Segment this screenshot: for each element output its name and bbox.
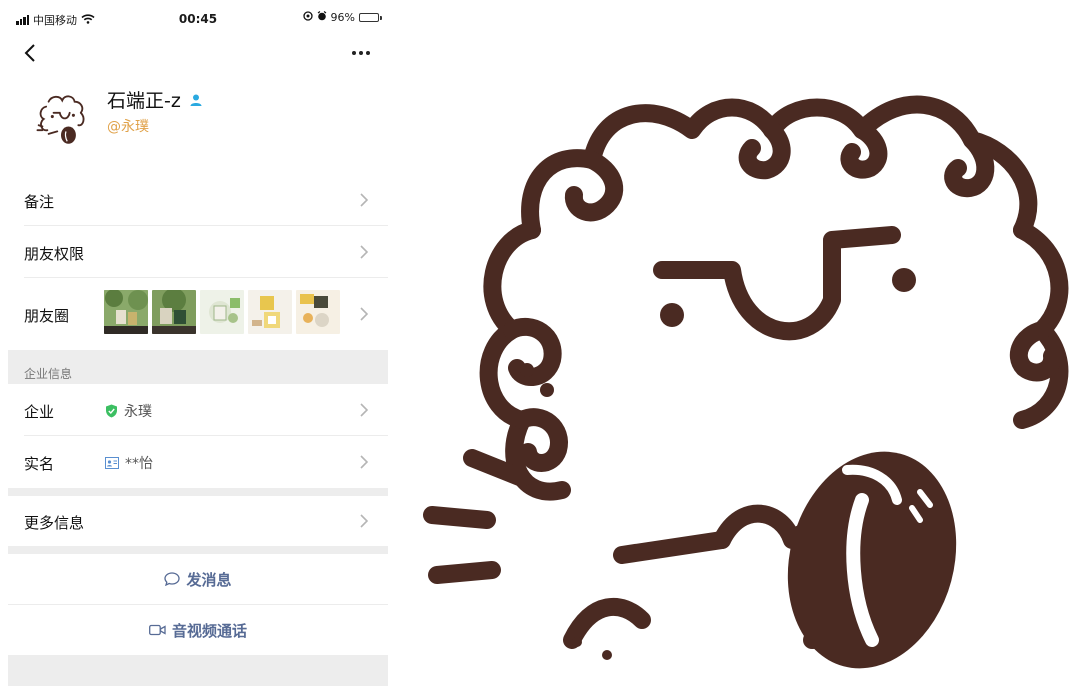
chevron-right-icon — [360, 245, 368, 259]
remark-label: 备注 — [24, 193, 55, 211]
send-message-label: 发消息 — [186, 570, 232, 589]
video-call-label: 音视频通话 — [171, 621, 247, 640]
battery-icon — [359, 13, 382, 22]
location-lock-icon — [302, 11, 313, 24]
battery-percent: 96% — [330, 11, 355, 24]
friend-permission-row[interactable]: 朋友权限 — [8, 226, 388, 278]
chevron-right-icon — [360, 403, 368, 417]
avatar-image — [36, 95, 85, 144]
signal-icon — [16, 15, 29, 25]
video-call-button[interactable]: 音视频通话 — [8, 605, 388, 655]
section-gap — [8, 488, 388, 496]
corp-value-group: 永璞 — [105, 401, 152, 421]
moments-label: 朋友圈 — [24, 307, 70, 325]
send-message-button[interactable]: 发消息 — [8, 554, 388, 604]
contact-corp: @永璞 — [107, 119, 149, 135]
person-icon — [190, 94, 202, 106]
moments-thumbnails — [104, 290, 340, 334]
video-camera-icon — [149, 624, 166, 636]
corp-value: 永璞 — [124, 404, 152, 420]
contact-profile-screen: 中国移动 00:45 96% 石端正-z @永璞 备注 朋友权限 朋友圈 企业信… — [8, 6, 388, 686]
moments-row[interactable]: 朋友圈 — [8, 278, 388, 350]
corp-info-section-label: 企业信息 — [24, 367, 73, 381]
avatar[interactable] — [30, 88, 92, 150]
moment-thumbnail[interactable] — [152, 290, 196, 334]
carrier-name: 中国移动 — [33, 14, 77, 27]
remark-row[interactable]: 备注 — [8, 174, 388, 226]
corp-info-section-header: 企业信息 — [8, 350, 388, 384]
status-left: 中国移动 — [16, 12, 95, 28]
moment-thumbnail[interactable] — [296, 290, 340, 334]
more-info-row[interactable]: 更多信息 — [8, 496, 388, 546]
corp-row[interactable]: 企业 永璞 — [8, 384, 388, 436]
wifi-icon — [81, 13, 95, 27]
more-info-label: 更多信息 — [24, 514, 85, 532]
chevron-right-icon — [360, 307, 368, 321]
chevron-left-icon — [24, 44, 35, 62]
contact-name: 石端正-z — [107, 90, 181, 112]
section-gap — [8, 546, 388, 554]
profile-header: 石端正-z @永璞 — [8, 76, 388, 174]
corp-label: 企业 — [24, 403, 55, 421]
id-card-icon — [105, 457, 119, 469]
real-name-value-group: **怡 — [105, 453, 153, 473]
friend-permission-label: 朋友权限 — [24, 245, 85, 263]
ellipsis-dot — [359, 51, 363, 55]
moment-thumbnail[interactable] — [248, 290, 292, 334]
contact-name-row: 石端正-z — [107, 86, 203, 113]
avatar-enlarged — [392, 0, 1080, 692]
chat-bubble-icon — [164, 572, 181, 586]
bottom-gap — [8, 655, 388, 686]
moment-thumbnail[interactable] — [104, 290, 148, 334]
moment-thumbnail[interactable] — [200, 290, 244, 334]
real-name-value: **怡 — [125, 456, 153, 472]
ellipsis-dot — [352, 51, 356, 55]
more-options-button[interactable] — [346, 40, 376, 66]
real-name-row[interactable]: 实名 **怡 — [8, 436, 388, 488]
ellipsis-dot — [366, 51, 370, 55]
avatar-illustration — [423, 95, 1069, 669]
back-button[interactable] — [18, 40, 42, 66]
shield-check-icon — [106, 404, 117, 418]
nav-bar — [8, 32, 388, 72]
status-right: 96% — [302, 11, 382, 24]
chevron-right-icon — [360, 193, 368, 207]
real-name-label: 实名 — [24, 455, 55, 473]
chevron-right-icon — [360, 514, 368, 528]
alarm-icon — [317, 11, 327, 24]
chevron-right-icon — [360, 455, 368, 469]
status-bar: 中国移动 00:45 96% — [8, 6, 388, 32]
